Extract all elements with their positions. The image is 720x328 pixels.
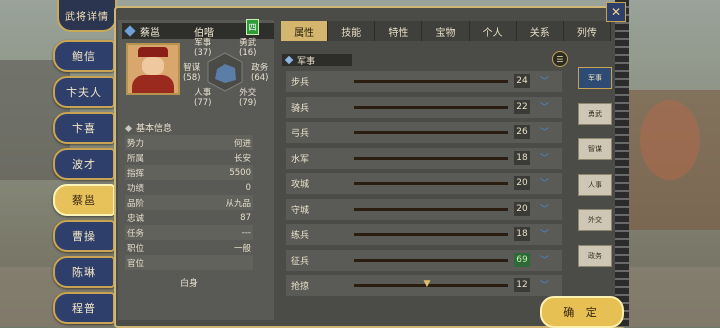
skill-list: 步兵 24 ﹀ 骑兵 22 ﹀ 弓兵 26 ﹀ 水军 18 ﹀ 攻城 20 ﹀ 守城 20 ﹀ 练兵 18… [286,71,562,301]
skill-bar [354,156,508,160]
rank-badge: 四 [246,19,259,35]
skill-value: 22 [514,99,530,114]
skill-bar [354,233,508,236]
general-item-selected[interactable]: 蔡邕 [53,184,115,216]
skill-row[interactable]: 水军 18 ﹀ [286,147,562,169]
gem-icon [124,25,136,37]
category-tab-military[interactable]: 军事 [578,67,612,89]
portrait-hat [138,47,168,57]
skill-bar [354,105,508,109]
stat-hexagon-icon [207,52,243,92]
skill-row[interactable]: 守城 20 ﹀ [286,198,562,220]
stat-military: 军事 (37) [194,38,212,58]
gem-icon [284,55,294,65]
info-row: 官位 [125,255,253,270]
skill-bar [354,80,508,83]
skill-row[interactable]: 骑兵 22 ﹀ [286,96,562,118]
decorative-rail [615,0,629,327]
tab-treasures[interactable]: 宝物 [422,21,470,41]
skill-value: 18 [514,227,530,241]
tab-traits[interactable]: 特性 [375,21,423,41]
general-list: 鲍信 卞夫人 卞喜 波才 蔡邕 曹操 陈琳 程普 [53,40,115,328]
scroll-down-icon: ▼ [423,279,431,289]
background-tree [640,100,700,180]
portrait [126,43,180,95]
info-row: 指挥 5500 [125,165,253,180]
chevron-down-icon[interactable]: ﹀ [540,253,549,266]
info-row: 势力 何进 [125,135,253,150]
stat-strategy: 智谋 (58) [183,63,201,83]
diamond-icon [124,124,133,133]
chevron-down-icon[interactable]: ﹀ [540,278,549,291]
category-tab-valor[interactable]: 勇武 [578,102,612,125]
page-title: 武将详情 [57,0,117,32]
category-tabs: 军事 勇武 智谋 人事 外交 政务 [578,67,612,280]
tab-attributes[interactable]: 属性 [281,21,329,41]
stat-valor: 勇武 (16) [239,38,257,58]
skill-value: 20 [514,201,530,216]
status-label: 白身 [179,279,198,289]
category-tab-politics[interactable]: 政务 [578,244,612,267]
skill-row[interactable]: 练兵 18 ﹀ [286,224,562,245]
section-header: 军事 [282,54,352,67]
chevron-down-icon[interactable]: ﹀ [540,125,549,138]
category-tab-diplomacy[interactable]: 外交 [578,209,612,231]
general-item[interactable]: 曹操 [53,220,115,252]
skill-row[interactable]: 弓兵 26 ﹀ [286,122,562,143]
confirm-button[interactable]: 确 定 [540,296,624,328]
general-item[interactable]: 卞夫人 [53,76,115,108]
skill-value: 69 [514,252,530,267]
info-row: 忠诚 87 [127,212,251,224]
basic-info-list: 势力 何进 所属 长安 指挥 5500 功绩 0 品阶 从九品 忠诚 87 任务 --- 职位… [125,135,253,270]
general-item[interactable]: 波才 [53,148,115,180]
chevron-down-icon[interactable]: ﹀ [540,227,549,240]
skill-bar [354,207,508,211]
stat-diplomacy: 外交 (79) [239,88,257,108]
tab-relations[interactable]: 关系 [517,21,564,41]
chevron-down-icon[interactable]: ﹀ [540,100,549,113]
detail-tabs: 属性 技能 特性 宝物 个人 关系 列传 [281,21,611,41]
info-row: 任务 --- [125,225,253,240]
category-tab-personnel[interactable]: 人事 [578,173,612,196]
portrait-robe [132,75,174,93]
chevron-down-icon[interactable]: ﹀ [540,176,549,189]
skill-value: 20 [514,176,530,190]
tab-personal[interactable]: 个人 [470,21,517,41]
skill-row[interactable]: 步兵 24 ﹀ [286,71,562,92]
skill-bar [354,131,508,134]
skill-value: 12 [514,278,530,292]
skill-bar [354,182,508,185]
info-row: 功绩 0 [127,182,251,194]
info-row: 品阶 从九品 [125,195,253,210]
skill-row[interactable]: 征兵 69 ﹀ [286,249,562,271]
skill-row[interactable]: 攻城 20 ﹀ [286,173,562,194]
list-icon[interactable]: ☰ [552,51,568,67]
skill-bar [354,258,508,262]
stat-personnel: 人事 (77) [194,88,212,108]
general-item[interactable]: 陈琳 [53,256,115,288]
category-tab-strategy[interactable]: 智谋 [578,138,612,160]
general-item[interactable]: 卞喜 [53,112,115,144]
stat-politics: 政务 (64) [251,63,269,83]
basic-info-header: 基本信息 [124,121,172,134]
tab-skills[interactable]: 技能 [328,21,376,41]
skill-value: 26 [514,125,530,139]
info-row: 职位 一般 [127,243,251,254]
tab-biography[interactable]: 列传 [564,21,611,41]
chevron-down-icon[interactable]: ﹀ [540,74,549,87]
skill-value: 18 [514,150,530,165]
general-courtesy: 伯喈 [194,27,214,39]
general-item[interactable]: 程普 [53,292,115,324]
general-item[interactable]: 鲍信 [53,40,115,72]
info-row: 所属 长安 [127,153,251,164]
chevron-down-icon[interactable]: ﹀ [540,202,549,215]
skill-value: 24 [514,74,530,88]
chevron-down-icon[interactable]: ﹀ [540,151,549,164]
general-name: 蔡邕 [140,27,160,39]
portrait-face [142,57,164,75]
close-button[interactable]: ✕ [606,2,626,22]
